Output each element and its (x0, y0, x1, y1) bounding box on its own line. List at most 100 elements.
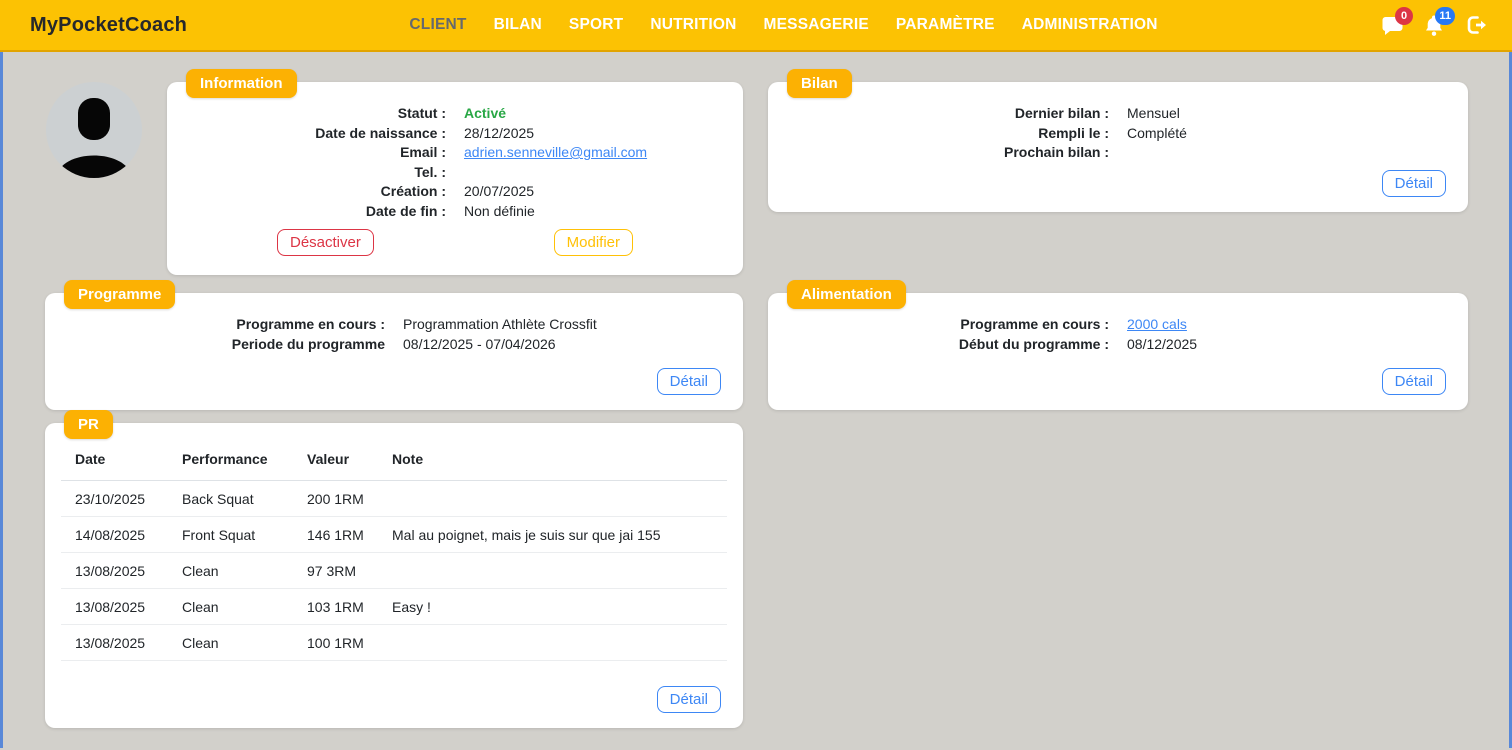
information-card: Information Statut :ActivéDate de naissa… (167, 82, 743, 275)
field-value: 28/12/2025 (464, 124, 743, 144)
field-value: Complété (1127, 124, 1468, 144)
pr-table-cell: 13/08/2025 (61, 589, 168, 625)
pr-column-header: Date (61, 445, 168, 481)
value-link[interactable]: 2000 cals (1127, 316, 1187, 332)
bilan-card-badge: Bilan (787, 69, 852, 98)
field-label: Rempli le : (768, 124, 1109, 144)
logout-icon[interactable] (1464, 12, 1490, 38)
pr-table-cell: 14/08/2025 (61, 517, 168, 553)
pr-table-cell: Clean (168, 589, 293, 625)
bell-badge: 11 (1435, 7, 1455, 25)
pr-table-cell: 146 1RM (293, 517, 378, 553)
field-label: Programme en cours : (768, 315, 1109, 335)
field-row: Email :adrien.senneville@gmail.com (167, 143, 743, 163)
pr-table-cell: Back Squat (168, 481, 293, 517)
field-label: Date de fin : (167, 202, 446, 222)
field-label: Création : (167, 182, 446, 202)
nav-menu: CLIENT BILAN SPORT NUTRITION MESSAGERIE PARAM… (187, 16, 1380, 34)
main-content: Information Statut :ActivéDate de naissa… (0, 52, 1512, 748)
field-label: Tel. : (167, 163, 446, 183)
nav-icons: 0 11 (1380, 12, 1490, 38)
field-value: Programmation Athlète Crossfit (403, 315, 743, 335)
field-row: Programme en cours : 2000 cals (768, 315, 1468, 335)
nav-item-administration[interactable]: ADMINISTRATION (1022, 16, 1158, 34)
pr-table-cell: 97 3RM (293, 553, 378, 589)
field-label: Début du programme : (768, 335, 1109, 355)
field-value: 08/12/2025 (1127, 335, 1468, 355)
field-label: Programme en cours : (45, 315, 385, 335)
pr-table-cell (378, 481, 727, 517)
bell-icon[interactable]: 11 (1422, 12, 1448, 38)
nav-item-sport[interactable]: SPORT (569, 16, 623, 34)
nav-item-nutrition[interactable]: NUTRITION (650, 16, 736, 34)
pr-table-cell: Clean (168, 625, 293, 661)
pr-table: DatePerformanceValeurNote 23/10/2025Back… (61, 445, 727, 661)
pr-table-cell (378, 625, 727, 661)
pr-table-cell: 103 1RM (293, 589, 378, 625)
field-value: Activé (464, 104, 743, 124)
field-value: Mensuel (1127, 104, 1468, 124)
pr-table-cell (378, 553, 727, 589)
programme-card-badge: Programme (64, 280, 175, 309)
field-row: Rempli le : Complété (768, 124, 1468, 144)
field-value: Non définie (464, 202, 743, 222)
client-avatar (46, 82, 142, 178)
pr-table-cell: Easy ! (378, 589, 727, 625)
bilan-detail-button[interactable]: Détail (1382, 170, 1446, 197)
pr-detail-button[interactable]: Détail (657, 686, 721, 713)
chat-icon[interactable]: 0 (1380, 12, 1406, 38)
field-row: Date de fin : Non définie (167, 202, 743, 222)
bilan-fields: Dernier bilan : Mensuel Rempli le : Complét… (768, 82, 1468, 163)
information-fields: Statut : Activé Date de naissance : 28/12/2… (167, 82, 743, 221)
field-label: Prochain bilan : (768, 143, 1109, 163)
field-row: Création : 20/07/2025 (167, 182, 743, 202)
alimentation-detail-button[interactable]: Détail (1382, 368, 1446, 395)
pr-column-header: Note (378, 445, 727, 481)
pr-table-cell: 13/08/2025 (61, 625, 168, 661)
pr-column-header: Performance (168, 445, 293, 481)
information-actions: Désactiver Modifier (167, 229, 743, 256)
field-row: Date de naissance : 28/12/2025 (167, 124, 743, 144)
field-value (464, 163, 743, 183)
pr-table-row: 13/08/2025Clean100 1RM (61, 625, 727, 661)
pr-table-cell: Front Squat (168, 517, 293, 553)
field-row: Periode du programme08/12/2025 - 07/04/2… (45, 335, 743, 355)
field-row: Tel. : (167, 163, 743, 183)
field-value (1127, 143, 1468, 163)
chat-badge: 0 (1395, 7, 1413, 25)
field-label: Dernier bilan : (768, 104, 1109, 124)
pr-table-cell: 23/10/2025 (61, 481, 168, 517)
programme-detail-button[interactable]: Détail (657, 368, 721, 395)
field-row: Programme en cours : Programmation Athlèt… (45, 315, 743, 335)
alimentation-card-badge: Alimentation (787, 280, 906, 309)
nav-item-paramètre[interactable]: PARAMÈTRE (896, 16, 995, 34)
nav-item-bilan[interactable]: BILAN (494, 16, 542, 34)
pr-column-header: Valeur (293, 445, 378, 481)
field-row: Dernier bilan : Mensuel (768, 104, 1468, 124)
field-value: 08/12/2025 - 07/04/2026 (403, 335, 743, 355)
pr-table-cell: Clean (168, 553, 293, 589)
pr-table-row: 13/08/2025Clean97 3RM (61, 553, 727, 589)
pr-table-header-row: DatePerformanceValeurNote (61, 445, 727, 481)
field-value: adrien.senneville@gmail.com (464, 143, 743, 163)
value-link[interactable]: adrien.senneville@gmail.com (464, 144, 647, 160)
modify-button[interactable]: Modifier (554, 229, 633, 256)
alimentation-card: Alimentation Programme en cours :2000 ca… (768, 293, 1468, 410)
nav-item-messagerie[interactable]: MESSAGERIE (764, 16, 869, 34)
bilan-card: Bilan Dernier bilan :MensuelRempli le :C… (768, 82, 1468, 212)
pr-table-row: 13/08/2025Clean103 1RMEasy ! (61, 589, 727, 625)
pr-table-cell: 200 1RM (293, 481, 378, 517)
field-row: Début du programme : 08/12/2025 (768, 335, 1468, 355)
field-value: 20/07/2025 (464, 182, 743, 202)
field-row: Prochain bilan : (768, 143, 1468, 163)
pr-card: PR DatePerformanceValeurNote 23/10/2025B… (45, 423, 743, 728)
pr-table-cell: 100 1RM (293, 625, 378, 661)
pr-table-row: 14/08/2025Front Squat146 1RMMal au poign… (61, 517, 727, 553)
nav-item-client[interactable]: CLIENT (409, 16, 466, 34)
information-card-badge: Information (186, 69, 297, 98)
pr-table-cell: Mal au poignet, mais je suis sur que jai… (378, 517, 727, 553)
field-label: Date de naissance : (167, 124, 446, 144)
programme-card: Programme Programme en cours :Programmat… (45, 293, 743, 410)
deactivate-button[interactable]: Désactiver (277, 229, 374, 256)
field-label: Statut : (167, 104, 446, 124)
